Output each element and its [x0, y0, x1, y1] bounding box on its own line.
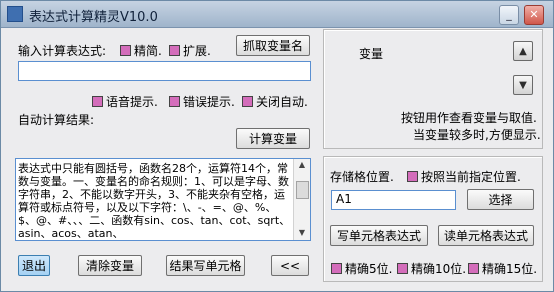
precision-5-label: 精确5位. [345, 262, 393, 276]
fetch-variable-button[interactable]: 抓取变量名 [236, 35, 310, 56]
checkbox-icon[interactable] [242, 96, 253, 107]
check-by-current[interactable]: 按照当前指定位置. [407, 168, 521, 185]
check-by-current-label: 按照当前指定位置. [421, 170, 521, 184]
exit-button[interactable]: 退出 [18, 255, 50, 276]
select-button[interactable]: 选择 [467, 189, 534, 210]
close-button[interactable]: ✕ [524, 5, 544, 25]
precision-15-label: 精确15位. [482, 262, 538, 276]
checkbox-icon[interactable] [120, 45, 131, 56]
check-precision-15[interactable]: 精确15位. [468, 260, 537, 277]
scroll-thumb[interactable] [296, 181, 309, 199]
check-error-hint[interactable]: 错误提示. [169, 93, 235, 110]
clear-variable-button[interactable]: 清除变量 [78, 255, 142, 276]
variables-header: 变量 [359, 47, 384, 61]
cell-position-input[interactable]: A1 [331, 190, 456, 210]
checkbox-icon[interactable] [468, 263, 479, 274]
checkbox-icon[interactable] [92, 96, 103, 107]
triangle-down-icon: ▼ [519, 80, 527, 91]
voice-hint-label: 语音提示. [106, 95, 158, 109]
storage-label: 存储格位置. [330, 170, 394, 184]
expression-label: 输入计算表达式: [18, 44, 107, 58]
scroll-up-icon[interactable]: ▲ [296, 160, 308, 170]
checkbox-icon[interactable] [169, 96, 180, 107]
check-precision-5[interactable]: 精确5位. [331, 260, 392, 277]
precision-10-label: 精确10位. [411, 262, 467, 276]
scroll-down-icon[interactable]: ▼ [296, 228, 308, 238]
check-precision-10[interactable]: 精确10位. [397, 260, 466, 277]
triangle-up-icon: ▲ [519, 46, 527, 57]
checkbox-icon[interactable] [397, 263, 408, 274]
window-title: 表达式计算精灵V10.0 [29, 10, 158, 25]
app-icon [7, 6, 23, 22]
title-bar[interactable]: 表达式计算精灵V10.0 _ ✕ [1, 1, 553, 28]
check-auto-close[interactable]: 关闭自动. [242, 93, 308, 110]
checkbox-icon[interactable] [407, 171, 418, 182]
checkbox-icon[interactable] [169, 45, 180, 56]
close-icon: ✕ [529, 8, 539, 21]
main-window: 表达式计算精灵V10.0 _ ✕ 输入计算表达式: 精简. 扩展. 抓取变量名 … [0, 0, 554, 292]
variable-down-button[interactable]: ▼ [513, 75, 533, 95]
check-extend-label: 扩展. [183, 44, 211, 58]
checkbox-icon[interactable] [331, 263, 342, 274]
read-cell-expression-button[interactable]: 读单元格表达式 [438, 225, 534, 246]
write-cell-expression-button[interactable]: 写单元格表达式 [330, 225, 428, 246]
help-scrollbar[interactable]: ▲ ▼ [293, 159, 310, 240]
variable-up-button[interactable]: ▲ [513, 41, 533, 61]
write-result-button[interactable]: 结果写单元格 [166, 255, 245, 276]
minimize-button[interactable]: _ [499, 5, 519, 25]
check-simple-label: 精简. [134, 44, 162, 58]
variables-hint-1: 按钮用作查看变量与取值. [401, 111, 537, 125]
collapse-button[interactable]: << [271, 255, 309, 276]
check-simple[interactable]: 精简. [120, 42, 162, 59]
minimize-icon: _ [506, 8, 512, 21]
error-hint-label: 错误提示. [183, 95, 235, 109]
check-voice-hint[interactable]: 语音提示. [92, 93, 158, 110]
check-extend[interactable]: 扩展. [169, 42, 211, 59]
auto-close-label: 关闭自动. [256, 95, 308, 109]
calc-variable-button[interactable]: 计算变量 [236, 128, 310, 149]
result-label: 自动计算结果: [18, 113, 95, 127]
help-text-box[interactable]: 表达式中只能有圆括号，函数名28个，运算符14个，常数与变量。一、变量名的命名规… [15, 158, 311, 241]
variables-hint-2: 当变量较多时,方便显示. [413, 128, 541, 142]
expression-input[interactable] [18, 61, 311, 81]
help-text: 表达式中只能有圆括号，函数名28个，运算符14个，常数与变量。一、变量名的命名规… [18, 162, 291, 240]
